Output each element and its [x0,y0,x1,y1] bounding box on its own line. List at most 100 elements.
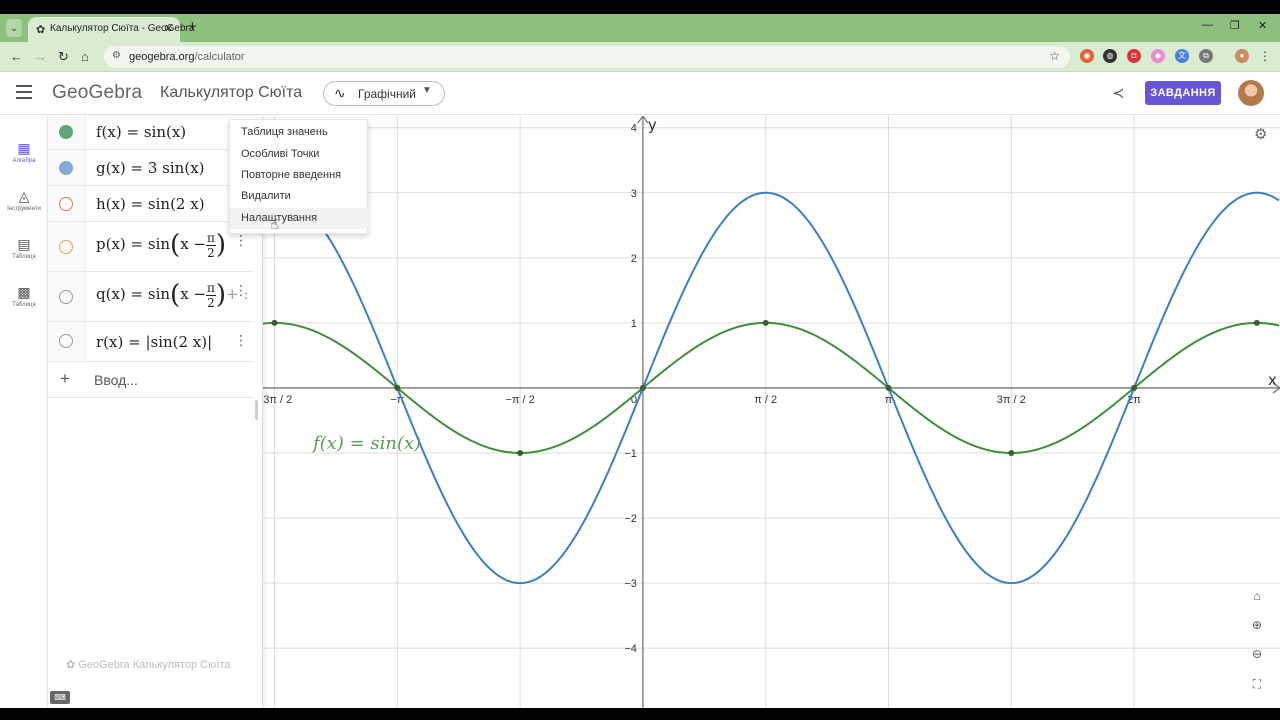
spreadsheet-icon: ▩ [17,284,31,300]
special-point [639,384,646,391]
home-view-icon[interactable]: ⌂ [1247,586,1267,606]
graphics-view[interactable]: xy−2π−3π / 2−π−π / 20π / 2π3π / 22π4321−… [263,116,1280,708]
mode-label: Графічний [358,87,416,101]
expression[interactable]: r(x) = |sin(2 x)| [96,333,212,351]
browser-tab-strip: ⌄ ✿ Калькулятор Сюїта - GeoGebra ✕ + — ❐… [0,14,1280,42]
menu-item-delete[interactable]: Видалити [230,186,369,207]
site-info-icon[interactable]: ⚙ [112,50,121,61]
home-icon[interactable]: ⌂ [81,49,89,65]
algebra-row-p[interactable]: p(x) = sin(x − π 2) ⋮ [48,222,254,272]
forward-icon[interactable]: → [34,49,47,65]
tasks-button[interactable]: ЗАВДАННЯ [1145,81,1221,105]
x-tick-label: −π / 2 [505,394,534,406]
plus-icon[interactable]: + [60,369,70,389]
geogebra-logo: GeoGebra [52,82,143,103]
algebra-row-f[interactable]: f(x) = sin(x) [48,116,254,150]
y-tick-label: 1 [631,318,637,330]
tab-search-icon[interactable]: ⌄ [6,19,22,37]
expression[interactable]: p(x) = sin(x − π 2) [96,230,226,260]
rail-item-table[interactable]: ▤ Таблиця [0,236,48,260]
row-menu-icon[interactable]: ⋮ [234,282,248,299]
back-icon[interactable]: ← [10,49,23,65]
url-input[interactable]: ⚙ geogebra.org/calculator ☆ [104,46,1070,68]
browser-menu-icon[interactable]: ⋮ [1258,49,1272,63]
footer-brand: ✿ GeoGebra Калькулятор Сюїта [66,659,231,671]
browser-tab[interactable]: ✿ Калькулятор Сюїта - GeoGebra ✕ [28,17,194,42]
expression[interactable]: q(x) = sin(x − π 2)+ : [96,280,254,310]
extension-icon[interactable]: ◆ [1151,49,1165,63]
y-tick-label: 3 [631,188,637,200]
rail-item-spreadsheet[interactable]: ▩ Таблиця [0,284,48,308]
url-text: geogebra.org/calculator [129,51,245,63]
extension-icon[interactable]: ◍ [1103,49,1117,63]
hamburger-menu-icon[interactable] [16,85,32,99]
bookmark-star-icon[interactable]: ☆ [1049,49,1060,63]
special-point [394,384,401,391]
visibility-toggle[interactable] [59,161,73,175]
expression[interactable]: g(x) = 3 sin(x) [96,159,205,177]
keyboard-icon[interactable]: ⌨ [50,691,70,704]
tools-icon: ◬ [18,188,30,204]
hand-cursor-icon: ☝ [270,216,279,232]
fullscreen-icon[interactable]: ⛶ [1247,674,1267,694]
app-title: Калькулятор Сюїта [160,84,303,101]
algebra-row-r[interactable]: r(x) = |sin(2 x)| ⋮ [48,322,254,362]
tab-close-icon[interactable]: ✕ [164,22,173,35]
bottom-black-bar [0,708,1280,720]
rail-item-tools[interactable]: ◬ Інструменти [0,188,48,212]
adblock-icon[interactable]: ◘ [1127,49,1141,63]
expression[interactable]: h(x) = sin(2 x) [96,195,205,213]
visibility-toggle[interactable] [59,290,73,304]
menu-item-reenter[interactable]: Повторне введення [230,165,369,186]
zoom-in-icon[interactable]: ⊕ [1247,615,1267,635]
close-window-icon[interactable]: ✕ [1258,19,1267,32]
profile-icon[interactable]: ● [1235,49,1249,63]
visibility-toggle[interactable] [59,240,73,254]
mode-select[interactable]: ∿ Графічний ▼ [323,81,445,106]
geogebra-logo-icon: ✿ [66,659,79,671]
rail-item-algebra[interactable]: ▦ Алгебра [0,140,48,164]
minimize-icon[interactable]: — [1202,19,1213,31]
geogebra-header: GeoGebra Калькулятор Сюїта ∿ Графічний ▼… [0,72,1280,115]
algebra-row-q[interactable]: q(x) = sin(x − π 2)+ : ⋮ [48,272,254,322]
extension-icon[interactable]: ◉ [1080,49,1094,63]
algebra-row-g[interactable]: g(x) = 3 sin(x) [48,150,254,186]
special-point [271,319,278,326]
row-menu-icon[interactable]: ⋮ [234,332,248,349]
y-tick-label: −4 [624,643,637,655]
menu-item-special-points[interactable]: Особливі Точки [230,144,369,165]
special-point [1131,384,1138,391]
algebra-input[interactable]: + Ввод... [48,362,254,398]
expression[interactable]: f(x) = sin(x) [96,123,186,141]
chevron-down-icon: ▼ [422,85,432,96]
x-axis-label: x [1268,371,1277,389]
graph-mode-icon: ∿ [334,85,346,101]
y-tick-label: −3 [624,578,637,590]
x-tick-label: 3π / 2 [997,394,1026,406]
special-point [1008,449,1015,456]
y-tick-label: −1 [624,448,637,460]
translate-icon[interactable]: 文 [1175,49,1189,63]
y-tick-label: −2 [624,513,637,525]
zoom-out-icon[interactable]: ⊖ [1247,644,1267,664]
algebra-row-h[interactable]: h(x) = sin(2 x) [48,186,254,222]
reload-icon[interactable]: ↻ [58,49,69,65]
calculator-icon: ▦ [17,140,31,156]
visibility-toggle[interactable] [59,334,73,348]
menu-item-settings[interactable]: Налаштування [230,208,369,229]
share-icon[interactable]: ≺ [1112,84,1125,102]
visibility-toggle[interactable] [59,197,73,211]
restore-icon[interactable]: ❐ [1230,19,1240,32]
avatar[interactable] [1238,80,1264,106]
menu-item-value-table[interactable]: Таблиця значень [230,122,369,143]
scrollbar[interactable] [255,400,258,420]
x-tick-label: π / 2 [754,394,777,406]
visibility-toggle[interactable] [59,125,73,139]
graph-settings-gear-icon[interactable]: ⚙ [1254,125,1267,143]
input-placeholder[interactable]: Ввод... [94,372,138,388]
extensions-puzzle-icon[interactable]: ⧉ [1199,49,1213,63]
y-axis-label: y [648,116,657,134]
new-tab-icon[interactable]: + [188,19,197,35]
row-menu-icon[interactable]: ⋮ [234,232,248,249]
context-menu: Таблиця значень Особливі Точки Повторне … [229,119,369,234]
